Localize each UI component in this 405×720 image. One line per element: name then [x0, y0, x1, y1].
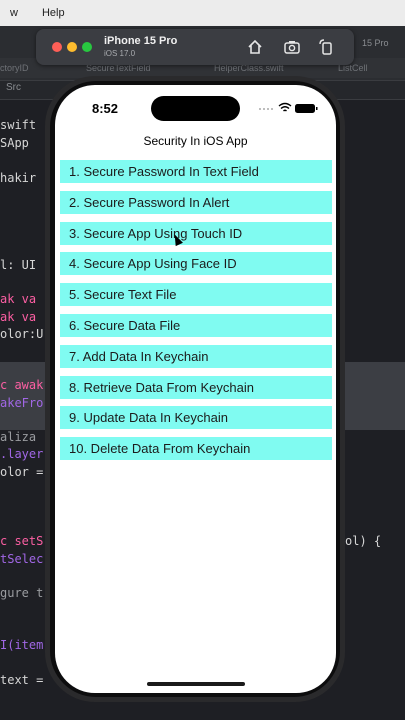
nav-bar-title: Security In iOS App: [143, 134, 248, 148]
code-line: SApp: [0, 136, 29, 150]
code-line: aliza: [0, 430, 37, 444]
list-item[interactable]: 8. Retrieve Data From Keychain: [60, 375, 332, 399]
simulator-device-name: iPhone 15 Pro: [104, 35, 178, 47]
list-item[interactable]: 4. Secure App Using Face ID: [60, 252, 332, 276]
simulator-title-bar[interactable]: iPhone 15 Pro iOS 17.0: [36, 29, 354, 65]
dynamic-island: [151, 96, 240, 121]
status-bar-icons: [258, 102, 320, 116]
list-item[interactable]: 7. Add Data In Keychain: [60, 344, 332, 368]
code-line: swift: [0, 118, 37, 132]
screenshot-icon[interactable]: [283, 38, 301, 56]
minimize-window-button[interactable]: [67, 42, 77, 52]
status-bar-time: 8:52: [92, 101, 119, 116]
home-indicator[interactable]: [147, 682, 245, 686]
menu-bar: w Help: [0, 0, 405, 26]
home-icon[interactable]: [246, 38, 264, 56]
code-line: olor =: [0, 465, 44, 479]
code-line: ak va: [0, 292, 37, 306]
list-item[interactable]: 5. Secure Text File: [60, 283, 332, 307]
code-line: l: UI: [0, 258, 37, 272]
code-line: c awak: [0, 378, 44, 392]
code-line: I(item: [0, 638, 44, 652]
menu-list: 1. Secure Password In Text Field 2. Secu…: [60, 160, 332, 468]
code-line: olor:U: [0, 327, 44, 341]
background-window-label: 15 Pro: [362, 38, 389, 48]
code-line: c setS: [0, 534, 44, 548]
list-item[interactable]: 9. Update Data In Keychain: [60, 406, 332, 430]
rotate-icon[interactable]: [317, 38, 335, 56]
code-line: ak va: [0, 310, 37, 324]
code-line: .layer: [0, 447, 44, 461]
list-item[interactable]: 10. Delete Data From Keychain: [60, 437, 332, 461]
signal-wifi-battery-icon: [259, 102, 318, 113]
list-item[interactable]: 2. Secure Password In Alert: [60, 190, 332, 214]
code-line: ol) {: [345, 534, 382, 548]
code-line: gure t: [0, 586, 44, 600]
simulator-os-version: iOS 17.0: [104, 49, 136, 58]
zoom-window-button[interactable]: [82, 42, 92, 52]
code-line: text =: [0, 673, 44, 687]
list-item[interactable]: 6. Secure Data File: [60, 313, 332, 337]
close-window-button[interactable]: [52, 42, 62, 52]
list-item[interactable]: 1. Secure Password In Text Field: [60, 160, 332, 183]
menu-item-help[interactable]: Help: [28, 7, 79, 19]
code-line: hakir: [0, 171, 37, 185]
iphone-screen: 8:52 Security In iOS App 1. Secure Passw…: [55, 85, 336, 693]
breadcrumb-item[interactable]: Src: [6, 82, 21, 93]
xcode-tab[interactable]: ctoryID: [0, 63, 29, 73]
list-item[interactable]: 3. Secure App Using Touch ID: [60, 221, 332, 245]
code-line: tSelec: [0, 552, 44, 566]
code-line: akeFro: [0, 396, 44, 410]
